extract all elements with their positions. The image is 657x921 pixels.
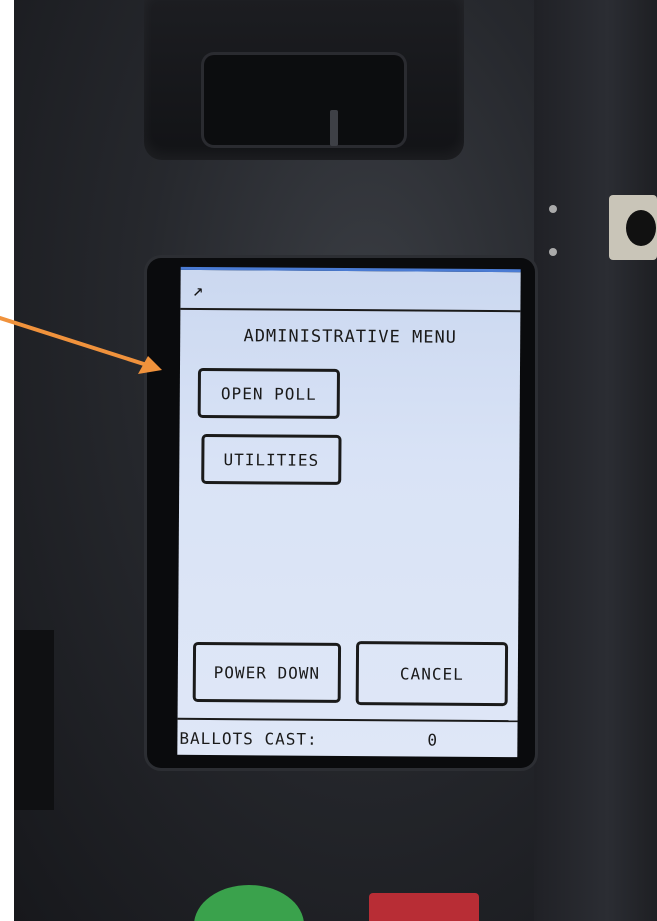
cancel-button[interactable]: CANCEL [355,641,509,707]
ballots-cast-label: BALLOTS CAST: [179,728,318,749]
status-bar: BALLOTS CAST: 0 [177,717,518,758]
utilities-button[interactable]: UTILITIES [201,433,342,485]
page-title: ADMINISTRATIVE MENU [243,326,458,348]
power-down-button[interactable]: POWER DOWN [192,641,342,703]
side-panel [534,0,657,921]
ballots-cast-count: 0 [427,730,439,750]
open-poll-button[interactable]: OPEN POLL [197,367,340,419]
printer-housing [144,0,464,160]
arrow-right-icon [0,316,162,374]
back-arrow-icon[interactable]: ↗ [192,280,203,301]
indicator-light [549,205,557,213]
green-button[interactable] [194,885,304,921]
printer-tab [330,110,338,146]
indicator-light [549,248,557,256]
connector-port [626,210,656,246]
red-button[interactable] [369,893,479,921]
screen-topbar: ↗ [180,269,521,313]
voting-machine-photo: ↗ ADMINISTRATIVE MENU OPEN POLL UTILITIE… [14,0,657,921]
left-bracket [14,630,54,810]
touch-screen: ↗ ADMINISTRATIVE MENU OPEN POLL UTILITIE… [177,266,521,758]
printer-slot [204,55,404,145]
